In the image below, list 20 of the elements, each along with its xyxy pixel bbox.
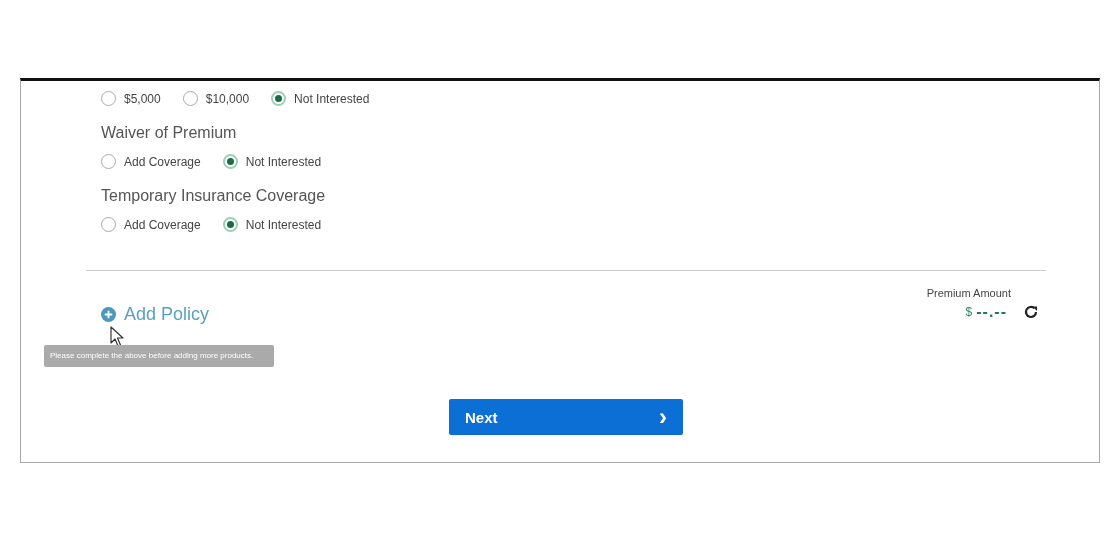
tooltip: Please complete the above before adding more products. (44, 345, 274, 368)
currency-symbol: $ (965, 305, 973, 319)
next-button[interactable]: Next › (449, 399, 683, 435)
refresh-icon[interactable] (1023, 304, 1039, 320)
radio-option[interactable]: $10,000 (182, 91, 250, 106)
radio-button[interactable] (271, 91, 287, 106)
radio-option[interactable]: Not Interested (271, 91, 370, 106)
radio-button[interactable] (222, 154, 238, 169)
premium-label: Premium Amount (926, 287, 1011, 299)
premium-amount: --.-- (976, 303, 1007, 321)
radio-option[interactable]: Add Coverage (101, 154, 201, 169)
section-title: Temporary Insurance Coverage (101, 187, 327, 205)
plus-circle-icon (101, 307, 116, 322)
radio-option[interactable]: Not Interested (222, 217, 322, 232)
radio-button[interactable] (222, 217, 238, 232)
section-title: Waiver of Premium (101, 124, 238, 142)
radio-option[interactable]: $5,000 (101, 91, 161, 106)
radio-option[interactable]: Not Interested (222, 154, 322, 169)
radio-option[interactable]: Add Coverage (101, 217, 201, 232)
cursor-icon (110, 326, 124, 348)
